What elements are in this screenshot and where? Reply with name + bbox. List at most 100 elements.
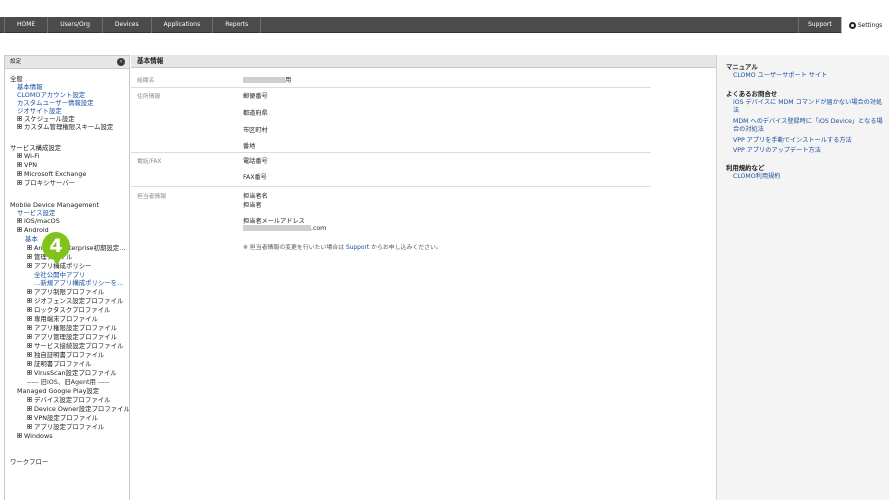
tree-item-schedule[interactable]: スケジュール設定 <box>17 115 75 123</box>
tree-item-android[interactable]: Android <box>17 226 49 234</box>
expand-icon[interactable] <box>27 343 32 348</box>
section-divider <box>131 152 651 153</box>
collapse-icon[interactable] <box>17 227 22 232</box>
expand-icon[interactable] <box>27 361 32 366</box>
manual-link[interactable]: CLOMO ユーザーサポート サイト <box>733 72 883 80</box>
tree-item-wifi[interactable]: Wi-Fi <box>17 152 39 160</box>
sidebar-header: 設定 ‹ <box>5 56 129 69</box>
expand-icon[interactable] <box>27 325 32 330</box>
chevron-left-icon[interactable]: ‹ <box>117 58 125 66</box>
expand-icon[interactable] <box>27 415 32 420</box>
nav-devices[interactable]: Devices <box>103 17 152 33</box>
tree-item-profile[interactable]: アプリ制限プロファイル <box>27 288 104 296</box>
top-navigation-bar: HOME Users/Org Devices Applications Repo… <box>0 17 889 34</box>
section-workflow: ワークフロー <box>10 458 49 466</box>
address-label: 住所情報 <box>137 94 161 100</box>
fax-label: FAX番号 <box>243 174 267 181</box>
tree-item-basic-info[interactable]: 基本情報 <box>17 83 43 91</box>
expand-icon[interactable] <box>17 162 22 167</box>
nav-home[interactable]: HOME <box>4 17 49 33</box>
contact-change-note: ※ 担当者情報の変更を行いたい場合は Support からお申し込みください。 <box>243 245 442 251</box>
tree-item-profile[interactable]: ジオフェンス設定プロファイル <box>27 297 123 305</box>
tree-item-windows[interactable]: Windows <box>17 432 53 440</box>
step-badge-pointer <box>51 254 63 266</box>
tree-item-profile[interactable]: 専用端末プロファイル <box>27 315 98 323</box>
expand-icon[interactable] <box>27 334 32 339</box>
tree-item-profile[interactable]: アプリ管理設定プロファイル <box>27 333 117 341</box>
tree-item-profile[interactable]: VirusScan設定プロファイル <box>27 369 117 377</box>
faq-heading: よくあるお問合せ <box>726 90 778 98</box>
section-service: サービス構成設定 <box>10 144 62 152</box>
tree-item-managed-google-play[interactable]: Managed Google Play設定 <box>17 387 99 395</box>
expand-icon[interactable] <box>17 180 22 185</box>
faq-link[interactable]: VPP アプリのアップデート方法 <box>733 147 883 155</box>
tree-item-clomo-account[interactable]: CLOMOアカウント設定 <box>17 91 85 99</box>
expand-icon[interactable] <box>27 298 32 303</box>
expand-icon[interactable] <box>17 218 22 223</box>
section-general: 全般 <box>10 75 23 83</box>
org-name-label: 組織名 <box>137 78 155 84</box>
faq-link[interactable]: MDM へのデバイス登録時に「iOS Device」となる場合の対処法 <box>733 118 883 134</box>
expand-icon[interactable] <box>27 316 32 321</box>
org-name-value: 用 <box>243 75 291 84</box>
tree-item-service-settings[interactable]: サービス設定 <box>17 209 55 217</box>
expand-icon[interactable] <box>27 245 32 250</box>
support-link[interactable]: Support <box>346 245 369 251</box>
settings-label: Settings <box>857 21 883 29</box>
tree-item-vpn[interactable]: VPN <box>17 161 37 169</box>
tree-item-play-profile[interactable]: Device Owner設定プロファイル <box>27 405 129 413</box>
expand-icon[interactable] <box>27 352 32 357</box>
tree-item-profile[interactable]: ロックタスクプロファイル <box>27 306 110 314</box>
expand-icon[interactable] <box>27 424 32 429</box>
expand-icon[interactable] <box>17 433 22 438</box>
tree-item-profile[interactable]: 独自証明書プロファイル <box>27 351 104 359</box>
prefecture-label: 都道府県 <box>243 110 268 117</box>
faq-link[interactable]: VPP アプリを手動でインストールする方法 <box>733 137 883 145</box>
expand-icon[interactable] <box>17 153 22 158</box>
tree-item-proxy[interactable]: プロキシサーバー <box>17 179 75 187</box>
tree-item-new-policy[interactable]: …新規アプリ構成ポリシーを… <box>34 279 123 287</box>
nav-applications[interactable]: Applications <box>152 17 214 33</box>
expand-icon[interactable] <box>27 289 32 294</box>
tree-item-profile[interactable]: サービス接続設定プロファイル <box>27 342 123 350</box>
legacy-separator: ----- 旧iOS、旧Agent用 ----- <box>27 378 110 386</box>
manual-heading: マニュアル <box>726 63 758 71</box>
page-title: 基本情報 <box>131 55 716 68</box>
contact-name-label: 担当者名 <box>243 193 268 200</box>
tree-item-custom-user-info[interactable]: カスタムユーザー情報設定 <box>17 99 94 107</box>
collapse-icon[interactable] <box>27 263 32 268</box>
nav-settings[interactable]: Settings <box>841 17 889 34</box>
expand-icon[interactable] <box>27 254 32 259</box>
contact-name-value: 担当者 <box>243 202 262 209</box>
tree-item-play-profile[interactable]: VPN設定プロファイル <box>27 414 98 422</box>
main-content: 基本情報 組織名 用 住所情報 郵便番号 都道府県 市区町村 番地 電話/FAX… <box>131 55 716 500</box>
phone-fax-label: 電話/FAX <box>137 159 162 165</box>
faq-link[interactable]: iOS デバイスに MDM コマンドが届かない場合の対処法 <box>733 99 883 115</box>
expand-icon[interactable] <box>27 370 32 375</box>
tree-item-profile[interactable]: アプリ権限設定プロファイル <box>27 324 117 332</box>
expand-icon[interactable] <box>27 307 32 312</box>
expand-icon[interactable] <box>17 124 22 129</box>
expand-icon[interactable] <box>17 171 22 176</box>
expand-icon[interactable] <box>27 397 32 402</box>
expand-icon[interactable] <box>17 116 22 121</box>
tree-item-android-basic[interactable]: 基本 <box>25 235 38 243</box>
tree-item-exchange[interactable]: Microsoft Exchange <box>17 170 86 178</box>
tree-item-geosite[interactable]: ジオサイト設定 <box>17 107 62 115</box>
tree-item-public-app[interactable]: 全社公開中アプリ <box>34 271 85 279</box>
redacted-text <box>243 225 311 231</box>
tree-item-custom-permission[interactable]: カスタム管理権限スキーム設定 <box>17 123 113 131</box>
expand-icon[interactable] <box>27 406 32 411</box>
contact-label: 担当者情報 <box>137 194 166 200</box>
tree-item-profile[interactable]: 証明書プロファイル <box>27 360 92 368</box>
tree-item-play-profile[interactable]: デバイス設定プロファイル <box>27 396 111 404</box>
tree-item-ios-macos[interactable]: iOS/macOS <box>17 217 60 225</box>
nav-users-org[interactable]: Users/Org <box>48 17 103 33</box>
tree-item-play-profile[interactable]: アプリ設定プロファイル <box>27 423 104 431</box>
postal-code-label: 郵便番号 <box>243 93 268 100</box>
terms-link[interactable]: CLOMO利用規約 <box>733 173 883 181</box>
settings-sidebar: 設定 ‹ 全般 基本情報 CLOMOアカウント設定 カスタムユーザー情報設定 ジ… <box>4 55 130 500</box>
nav-support[interactable]: Support <box>798 17 842 33</box>
sidebar-title: 設定 <box>10 59 22 65</box>
nav-reports[interactable]: Reports <box>213 17 262 33</box>
